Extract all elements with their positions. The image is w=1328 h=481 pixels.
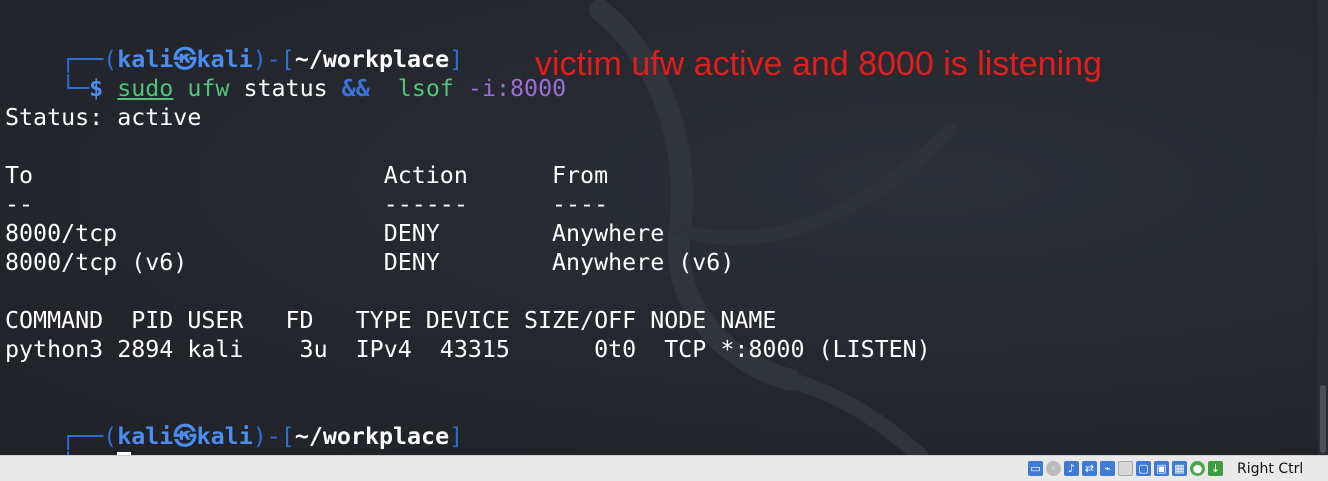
- terminal-scrollbar[interactable]: [1318, 0, 1328, 455]
- cmd-sudo: sudo: [117, 75, 174, 102]
- cmd-ufw: ufw: [187, 75, 230, 102]
- annotation-text: victim ufw active and 8000 is listening: [535, 45, 1102, 83]
- network-icon[interactable]: ⇄: [1082, 461, 1097, 476]
- scrollbar-thumb[interactable]: [1320, 385, 1326, 453]
- prompt-sep: )-[: [252, 423, 295, 450]
- audio-icon[interactable]: ♪: [1064, 461, 1079, 476]
- output-line: COMMAND PID USER FD TYPE DEVICE SIZE/OFF…: [5, 307, 777, 334]
- prompt-at-icon: ㉿: [173, 423, 197, 450]
- output-line: -- ------ ----: [5, 191, 609, 218]
- cmd-amp: &&: [341, 75, 370, 102]
- cmd-lsof: lsof: [397, 75, 454, 102]
- cmd-args: status: [229, 75, 342, 102]
- keyboard-icon[interactable]: ↓: [1208, 461, 1223, 476]
- recording-icon[interactable]: ▣: [1154, 461, 1169, 476]
- input-line[interactable]: └─$: [5, 422, 132, 455]
- prompt-header-1: ┌──(kali㉿kali)-[~/workplace]: [5, 16, 463, 73]
- output-line: Status: active: [5, 104, 202, 131]
- terminal-window[interactable]: ┌──(kali㉿kali)-[~/workplace] └─$ sudo uf…: [0, 0, 1328, 455]
- mouse-integration-icon[interactable]: ●: [1190, 461, 1205, 476]
- usb-icon[interactable]: ⌁: [1100, 461, 1115, 476]
- prompt-header-2: ┌──(kali㉿kali)-[~/workplace]: [5, 393, 463, 450]
- output-line: 8000/tcp (v6) DENY Anywhere (v6): [5, 249, 735, 276]
- output-line: To Action From: [5, 162, 609, 189]
- command-line: └─$ sudo ufw status && lsof -i:8000: [5, 45, 566, 102]
- shared-folder-icon[interactable]: [1118, 461, 1133, 476]
- prompt-host: kali: [196, 423, 253, 450]
- hdd-icon[interactable]: ▭: [1028, 461, 1043, 476]
- display-icon[interactable]: ▢: [1136, 461, 1151, 476]
- cpu-icon[interactable]: ▦: [1172, 461, 1187, 476]
- prompt-corner-bottom: └─: [61, 75, 90, 102]
- vm-status-bar: ▭ ◦ ♪ ⇄ ⌁ ▢ ▣ ▦ ● ↓ Right Ctrl: [0, 455, 1328, 481]
- output-line: 8000/tcp DENY Anywhere: [5, 220, 665, 247]
- prompt-dollar: $: [89, 75, 104, 102]
- prompt-cwd: ~/workplace: [294, 423, 450, 450]
- output-line: python3 2894 kali 3u IPv4 43315 0t0 TCP …: [5, 336, 931, 363]
- prompt-close: ]: [449, 423, 464, 450]
- host-key-label: Right Ctrl: [1237, 461, 1304, 477]
- optical-icon[interactable]: ◦: [1046, 461, 1061, 476]
